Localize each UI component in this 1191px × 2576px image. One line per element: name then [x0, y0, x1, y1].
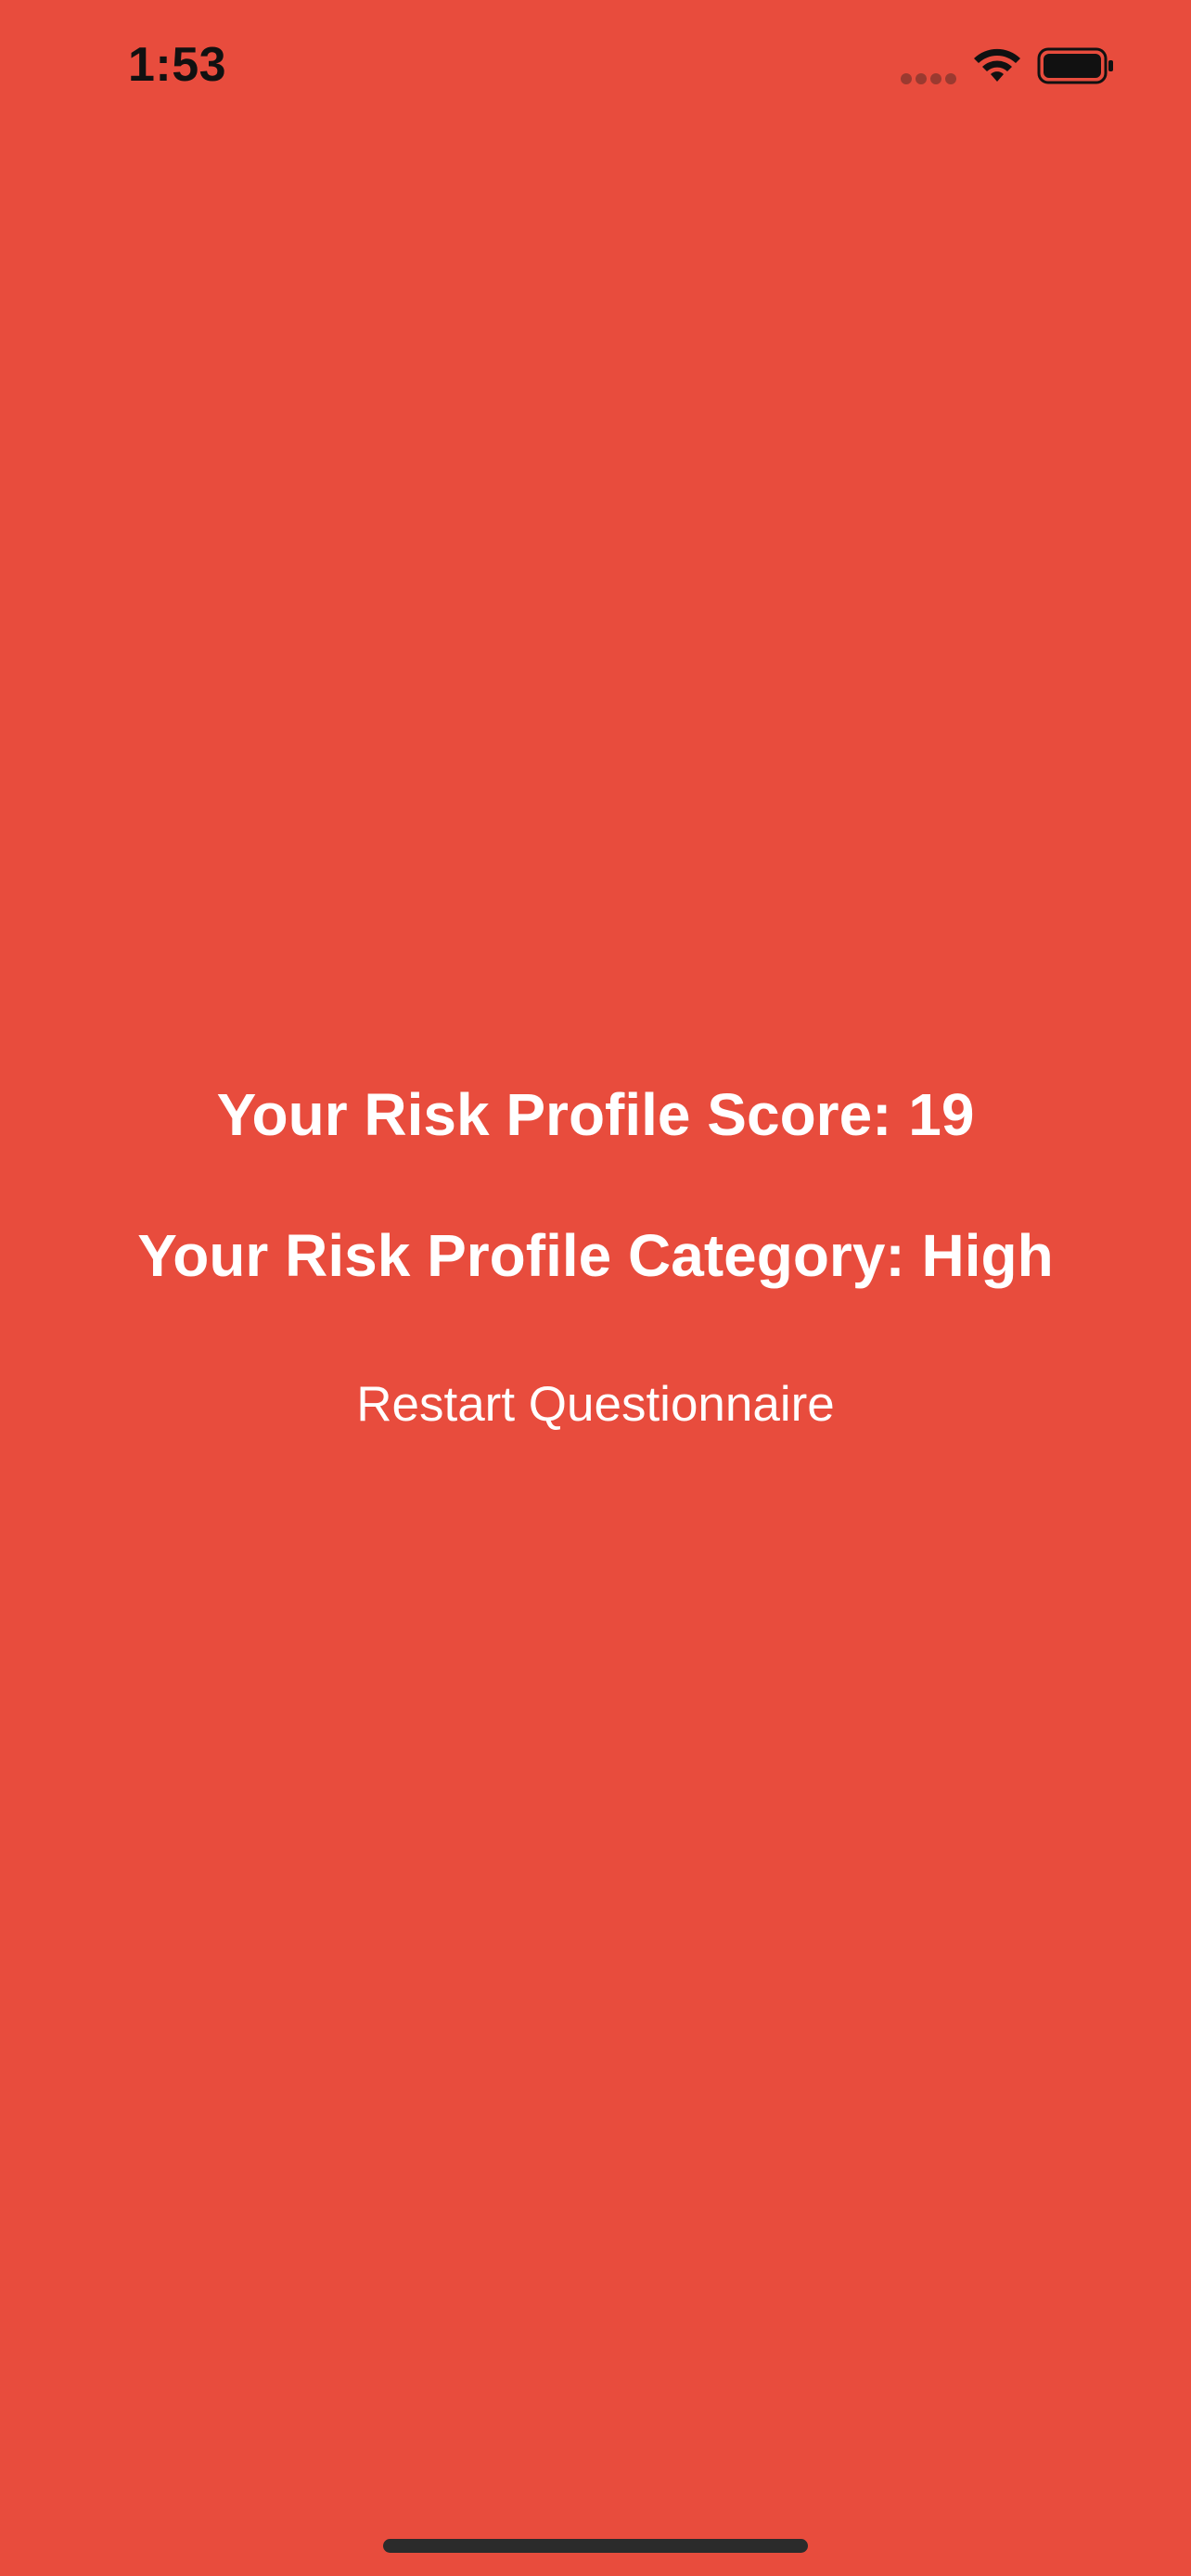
restart-questionnaire-button[interactable]: Restart Questionnaire	[356, 1380, 835, 1429]
status-time: 1:53	[128, 38, 227, 92]
home-indicator[interactable]	[383, 2539, 808, 2553]
result-panel: Your Risk Profile Score: 19 Your Risk Pr…	[0, 1085, 1191, 1429]
risk-score-text: Your Risk Profile Score: 19	[216, 1081, 975, 1148]
status-bar: 1:53	[0, 0, 1191, 139]
risk-category-text: Your Risk Profile Category: High	[137, 1222, 1054, 1289]
wifi-icon	[974, 48, 1020, 82]
battery-icon	[1037, 47, 1113, 84]
signal-dots-icon	[901, 73, 956, 84]
